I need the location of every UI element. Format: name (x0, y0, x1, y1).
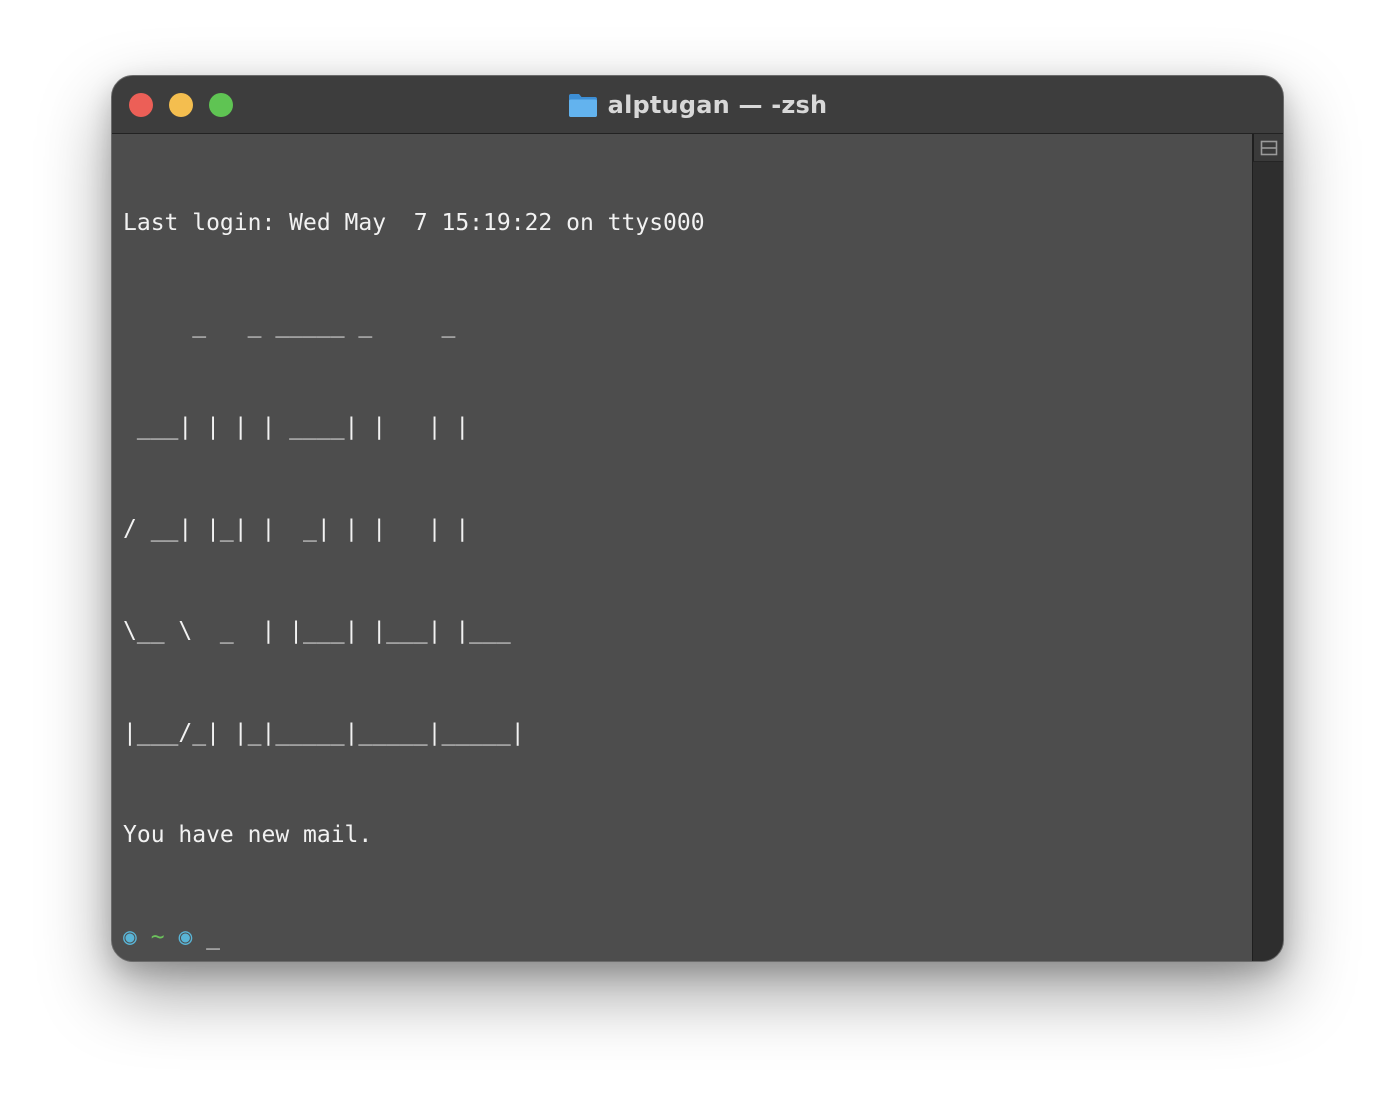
banner-line: \__ \ _ | |___| |___| |___ (123, 618, 511, 644)
prompt-line[interactable]: ◉ ~ ◉ _ (123, 920, 705, 954)
folder-icon (568, 94, 597, 117)
prompt-right-symbol: ◉ (178, 924, 193, 950)
text-cursor: _ (206, 924, 221, 950)
banner-line: _ _ _____ _ _ (123, 312, 456, 338)
split-pane-icon (1260, 140, 1277, 155)
mail-notice: You have new mail. (123, 822, 373, 848)
window-title: alptugan — -zsh (112, 89, 1283, 121)
banner-line: ___| | | | ____| | | | (123, 414, 470, 440)
window-title-text: alptugan — -zsh (607, 91, 828, 119)
terminal-output[interactable]: Last login: Wed May 7 15:19:22 on ttys00… (123, 138, 705, 961)
last-login-line: Last login: Wed May 7 15:19:22 on ttys00… (123, 210, 705, 236)
prompt-left-symbol: ◉ (123, 924, 137, 950)
terminal-window: alptugan — -zsh Last login: Wed May 7 15… (111, 75, 1284, 962)
banner-line: / __| |_| | _| | | | | (123, 516, 470, 542)
split-pane-button[interactable] (1253, 134, 1283, 162)
scrollbar[interactable] (1252, 134, 1283, 961)
banner-line: |___/_| |_|_____|_____|_____| (123, 720, 525, 746)
prompt-directory: ~ (150, 924, 165, 950)
title-bar[interactable]: alptugan — -zsh (112, 76, 1283, 134)
